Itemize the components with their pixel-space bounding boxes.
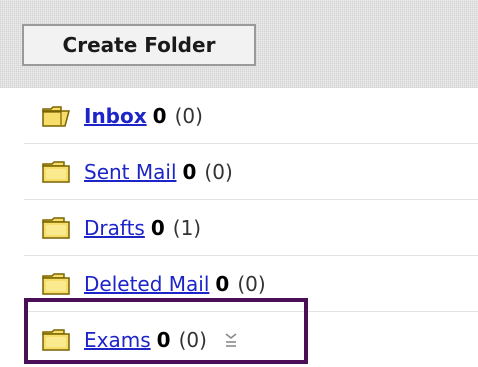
folder-icon [42, 328, 70, 351]
open-folder-icon [42, 105, 70, 127]
folder-row-exams: Exams 0 (0) [24, 312, 478, 367]
create-folder-button[interactable]: Create Folder [22, 24, 256, 66]
unread-count: 0 [182, 159, 197, 184]
total-count: (0) [178, 327, 207, 352]
folder-icon [42, 216, 70, 239]
unread-count: 0 [152, 103, 167, 128]
folder-list: Inbox 0 (0) Sent Mail 0 (0) Drafts 0 (1) [24, 88, 478, 367]
folder-link-exams[interactable]: Exams [84, 328, 151, 352]
folder-icon [42, 272, 70, 295]
total-count: (0) [237, 271, 266, 296]
total-count: (0) [204, 159, 233, 184]
folder-row-drafts: Drafts 0 (1) [24, 200, 478, 256]
folder-link-sent-mail[interactable]: Sent Mail [84, 160, 177, 184]
total-count: (0) [174, 103, 203, 128]
unread-count: 0 [156, 327, 171, 352]
folder-menu-icon[interactable] [223, 330, 239, 350]
folder-row-inbox: Inbox 0 (0) [24, 88, 478, 144]
folder-row-deleted-mail: Deleted Mail 0 (0) [24, 256, 478, 312]
folder-link-inbox[interactable]: Inbox [84, 104, 147, 128]
unread-count: 0 [150, 215, 165, 240]
folder-link-drafts[interactable]: Drafts [84, 216, 145, 240]
folder-icon [42, 160, 70, 183]
folder-link-deleted-mail[interactable]: Deleted Mail [84, 272, 209, 296]
total-count: (1) [172, 215, 202, 240]
unread-count: 0 [215, 271, 230, 296]
folder-row-sent-mail: Sent Mail 0 (0) [24, 144, 478, 200]
toolbar-area: Create Folder [0, 0, 478, 88]
